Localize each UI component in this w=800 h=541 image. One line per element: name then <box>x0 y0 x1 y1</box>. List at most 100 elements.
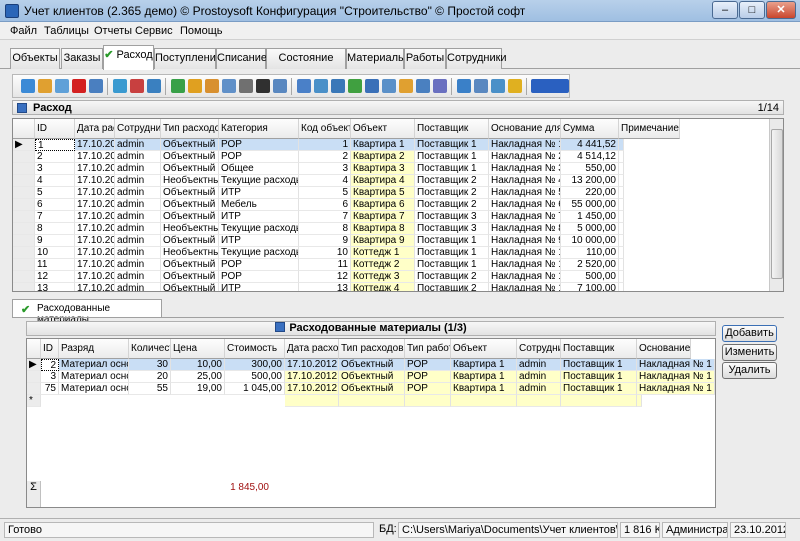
table-cell[interactable]: 4 <box>299 175 351 187</box>
table-cell[interactable]: Коттедж 3 <box>351 271 415 283</box>
table-cell[interactable] <box>619 259 624 271</box>
table-cell[interactable]: 7 <box>299 211 351 223</box>
table-cell[interactable] <box>619 235 624 247</box>
table-cell[interactable]: Объектный <box>339 359 405 371</box>
table-cell[interactable]: Квартира 7 <box>351 211 415 223</box>
table-cell[interactable] <box>339 395 405 407</box>
table-cell[interactable]: Объектный <box>161 151 219 163</box>
tab-orders[interactable]: Заказы <box>61 48 103 69</box>
materials-grid[interactable]: IDРазрядКоличествоЦенаСтоимостьДата расх… <box>26 338 716 508</box>
row-indicator[interactable] <box>13 223 35 235</box>
table-cell[interactable]: 4 514,12 <box>561 151 619 163</box>
table-cell[interactable]: Накладная № 1 <box>637 383 715 395</box>
table-cell[interactable]: 500,00 <box>561 271 619 283</box>
table-cell[interactable]: ИТР <box>219 187 299 199</box>
table-cell[interactable]: 11 <box>299 259 351 271</box>
table-cell[interactable]: Квартира 2 <box>351 151 415 163</box>
table-row[interactable]: 617.10.2012adminОбъектныйМебель6Квартира… <box>13 199 783 211</box>
table-cell[interactable]: 1 <box>35 139 75 151</box>
table-cell[interactable]: Объектный <box>161 283 219 291</box>
table-cell[interactable]: Поставщик 3 <box>415 211 489 223</box>
table-row[interactable]: 3Материал основной2025,00500,0017.10.201… <box>27 371 715 383</box>
table-cell[interactable] <box>451 395 517 407</box>
table-cell[interactable] <box>561 395 637 407</box>
table-cell[interactable]: 17.10.2012 <box>75 283 115 291</box>
table-cell[interactable]: РОР <box>219 271 299 283</box>
link-icon[interactable] <box>331 79 345 93</box>
row-indicator[interactable] <box>27 371 41 383</box>
table-cell[interactable]: Поставщик 1 <box>415 235 489 247</box>
table-cell[interactable]: 8 <box>35 223 75 235</box>
row-indicator[interactable] <box>13 247 35 259</box>
table-row[interactable]: 1317.10.2012adminОбъектныйИТР13Коттедж 4… <box>13 283 783 291</box>
table-cell[interactable]: 17.10.2012 <box>75 139 115 151</box>
table-cell[interactable]: 2 <box>299 151 351 163</box>
table-cell[interactable]: 13 <box>299 283 351 291</box>
table-cell[interactable]: admin <box>115 175 161 187</box>
table-cell[interactable]: Накладная № 11 <box>489 259 561 271</box>
table-cell[interactable]: 17.10.2012 <box>285 359 339 371</box>
table-cell[interactable]: 4 441,52 <box>561 139 619 151</box>
lower-col-header[interactable]: Сотрудник <box>517 339 561 359</box>
table-cell[interactable]: 7 100,00 <box>561 283 619 291</box>
row-indicator[interactable] <box>13 163 35 175</box>
table-cell[interactable]: Квартира 8 <box>351 223 415 235</box>
lower-col-header[interactable]: Количество <box>129 339 171 359</box>
table-cell[interactable] <box>517 395 561 407</box>
print-icon[interactable] <box>239 79 253 93</box>
minimize-button[interactable]: – <box>712 1 738 19</box>
table-cell[interactable]: Коттедж 2 <box>351 259 415 271</box>
table-cell[interactable]: Поставщик 2 <box>415 175 489 187</box>
tab-materials[interactable]: Материалы <box>346 48 406 69</box>
table-cell[interactable]: ИТР <box>219 235 299 247</box>
table-cell[interactable]: 17.10.2012 <box>285 371 339 383</box>
tab-stock[interactable]: Состояние склада <box>266 48 346 83</box>
table-cell[interactable]: 5 000,00 <box>561 223 619 235</box>
expense-grid[interactable]: IDДата расходаСотрудникТип расходовКатег… <box>12 118 784 292</box>
sort-icon[interactable] <box>188 79 202 93</box>
table-cell[interactable]: 1 045,00 <box>225 383 285 395</box>
table-cell[interactable]: 3 <box>299 163 351 175</box>
lower-col-header[interactable]: Тип работ <box>405 339 451 359</box>
table-cell[interactable]: Квартира 1 <box>351 139 415 151</box>
menu-help[interactable]: Помощь <box>180 25 223 37</box>
row-indicator[interactable] <box>13 187 35 199</box>
table-cell[interactable] <box>619 271 624 283</box>
table-cell[interactable]: 55 000,00 <box>561 199 619 211</box>
table-cell[interactable]: 17.10.2012 <box>75 199 115 211</box>
table-cell[interactable]: Объектный <box>161 199 219 211</box>
table-cell[interactable]: Накладная № 10 <box>489 247 561 259</box>
row-indicator[interactable] <box>13 259 35 271</box>
grid-icon[interactable] <box>491 79 505 93</box>
table-cell[interactable] <box>619 283 624 291</box>
table-cell[interactable]: РОР <box>405 383 451 395</box>
table-cell[interactable]: admin <box>115 271 161 283</box>
table-cell[interactable]: 17.10.2012 <box>75 163 115 175</box>
table-cell[interactable]: Квартира 1 <box>451 359 517 371</box>
tab-receipt[interactable]: Поступление <box>154 48 222 69</box>
row-indicator[interactable] <box>13 283 35 291</box>
table-cell[interactable] <box>619 223 624 235</box>
lower-col-header[interactable]: Объект <box>451 339 517 359</box>
row-indicator[interactable] <box>13 175 35 187</box>
table-cell[interactable]: Накладная № 3 <box>489 163 561 175</box>
maximize-button[interactable]: □ <box>739 1 765 19</box>
table-cell[interactable]: admin <box>115 283 161 291</box>
expense-grid-scrollbar[interactable] <box>769 119 783 291</box>
add-button[interactable]: Добавить <box>722 325 777 342</box>
table-cell[interactable]: Текущие расходы <box>219 175 299 187</box>
table-cell[interactable]: Квартира 1 <box>451 383 517 395</box>
edit-record-icon[interactable] <box>38 79 52 93</box>
table-cell[interactable]: 17.10.2012 <box>75 247 115 259</box>
table-cell[interactable]: 8 <box>299 223 351 235</box>
table-cell[interactable]: 6 <box>299 199 351 211</box>
row-indicator[interactable]: ▶ <box>27 359 41 371</box>
table-cell[interactable]: 17.10.2012 <box>75 271 115 283</box>
table-cell[interactable]: admin <box>115 199 161 211</box>
tab-works[interactable]: Работы <box>404 48 446 69</box>
table-cell[interactable]: Поставщик 1 <box>415 163 489 175</box>
upper-col-header[interactable]: Категория <box>219 119 299 139</box>
subtab-materials[interactable]: ✔ Расходованные материалы <box>12 299 162 325</box>
table-cell[interactable] <box>619 175 624 187</box>
table-cell[interactable]: 1 <box>299 139 351 151</box>
